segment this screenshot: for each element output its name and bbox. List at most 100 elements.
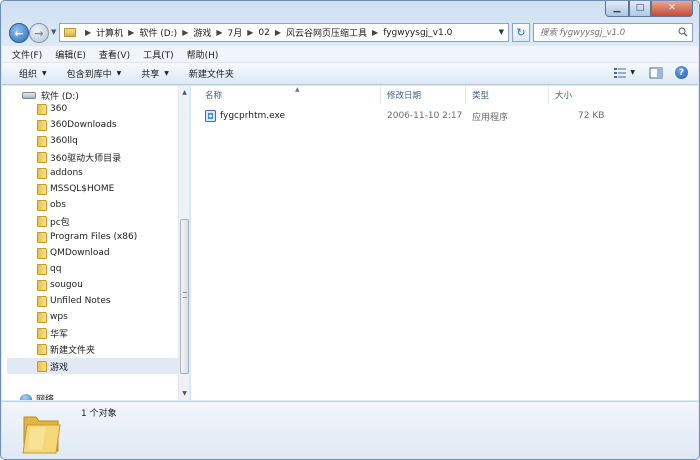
breadcrumb-current[interactable]: fygwyysgj_v1.0 <box>383 28 452 38</box>
scroll-down-icon[interactable]: ▼ <box>179 387 189 400</box>
tree-item[interactable]: QMDownload <box>7 245 179 261</box>
menu-view[interactable]: 查看(V) <box>99 48 130 61</box>
help-icon[interactable]: ? <box>675 66 688 79</box>
folder-icon <box>37 344 47 355</box>
application-icon <box>205 110 216 122</box>
view-dropdown-icon[interactable]: ▼ <box>630 69 635 76</box>
column-size[interactable]: 大小 <box>549 86 609 104</box>
refresh-button[interactable]: ↻ <box>512 23 530 42</box>
tree-drive-d[interactable]: 软件 (D:) <box>22 88 79 102</box>
file-name-cell[interactable]: fygcprhtm.exe <box>205 108 285 124</box>
tree-item-selected[interactable]: 游戏 <box>7 358 179 374</box>
menu-file[interactable]: 文件(F) <box>12 48 42 61</box>
tree-item[interactable]: 360llq <box>7 133 179 149</box>
minimize-icon: ▁ <box>613 3 621 13</box>
new-folder-label: 新建文件夹 <box>188 70 234 80</box>
folder-icon <box>37 136 47 147</box>
breadcrumb-02[interactable]: 02 <box>258 28 269 38</box>
recent-pages-dropdown[interactable]: ▼ <box>51 28 56 36</box>
tree-drive-label: 软件 (D:) <box>41 91 79 102</box>
sort-ascending-icon: ▲ <box>295 86 300 93</box>
view-options-icon[interactable] <box>613 67 627 79</box>
tree-item[interactable]: 360 <box>7 101 179 117</box>
chevron-right-icon[interactable]: ▶ <box>247 28 253 37</box>
share-label: 共享 <box>141 70 160 80</box>
column-modified-label: 修改日期 <box>387 91 422 101</box>
search-icon[interactable] <box>678 27 688 37</box>
chevron-right-icon[interactable]: ▶ <box>128 28 134 37</box>
folder-icon <box>37 361 47 372</box>
chevron-down-icon: ▼ <box>116 70 122 77</box>
column-type[interactable]: 类型 <box>466 86 549 104</box>
column-name-label: 名称 <box>205 91 223 101</box>
file-modified: 2006-11-10 2:17 <box>387 111 463 121</box>
column-type-label: 类型 <box>472 91 490 101</box>
tree-item[interactable]: qq <box>7 261 179 277</box>
tree-item[interactable]: MSSQL$HOME <box>7 181 179 197</box>
file-list-pane: 名称 ▲ 修改日期 类型 大小 fygcprhtm.exe 2006-11-10… <box>191 86 698 400</box>
drive-icon <box>22 91 36 99</box>
breadcrumb-games[interactable]: 游戏 <box>193 26 211 39</box>
chevron-right-icon[interactable]: ▶ <box>182 28 188 37</box>
folder-icon <box>37 152 47 163</box>
minimize-button[interactable]: ▁ <box>605 1 629 17</box>
tree-item[interactable]: wps <box>7 309 179 325</box>
scroll-up-icon[interactable]: ▲ <box>179 86 189 99</box>
menu-tools[interactable]: 工具(T) <box>143 48 174 61</box>
folder-large-icon <box>22 416 61 454</box>
folder-icon <box>37 232 47 243</box>
preview-pane-icon[interactable] <box>649 67 663 79</box>
breadcrumb-computer[interactable]: 计算机 <box>96 26 123 39</box>
item-count: 1 个对象 <box>81 409 117 419</box>
tree-item[interactable]: sougou <box>7 277 179 293</box>
address-dropdown-icon[interactable]: ▼ <box>499 28 504 36</box>
menu-edit[interactable]: 编辑(E) <box>55 48 86 61</box>
menu-help[interactable]: 帮助(H) <box>187 48 219 61</box>
breadcrumb-drive[interactable]: 软件 (D:) <box>139 26 177 39</box>
column-modified[interactable]: 修改日期 <box>381 86 466 104</box>
network-icon <box>20 393 32 400</box>
share-button[interactable]: 共享 ▼ <box>141 67 169 80</box>
details-pane: 1 个对象 <box>2 401 698 458</box>
scrollbar-thumb[interactable] <box>180 219 189 374</box>
tree-item[interactable]: addons <box>7 165 179 181</box>
folder-icon <box>37 280 47 291</box>
tree-item[interactable]: 新建文件夹 <box>7 341 179 357</box>
tree-network-label: 网络 <box>36 395 55 400</box>
column-header: 名称 ▲ 修改日期 类型 大小 <box>191 86 698 104</box>
nav-scrollbar[interactable]: ▲ ▼ <box>178 86 189 400</box>
tree-item[interactable]: obs <box>7 197 179 213</box>
search-input[interactable] <box>540 27 680 38</box>
tree-item[interactable]: Unfiled Notes <box>7 293 179 309</box>
chevron-right-icon[interactable]: ▶ <box>372 28 378 37</box>
column-name[interactable]: 名称 ▲ <box>199 86 381 104</box>
explorer-window: ▁ □ ✕ ← → ▼ ▶ 计算机 ▶ 软件 (D:) ▶ 游戏 ▶ 7月 ▶ … <box>0 0 700 460</box>
tree-item[interactable]: pc包 <box>7 213 179 229</box>
chevron-right-icon[interactable]: ▶ <box>216 28 222 37</box>
include-library-button[interactable]: 包含到库中 ▼ <box>67 67 122 80</box>
address-bar[interactable]: ▶ 计算机 ▶ 软件 (D:) ▶ 游戏 ▶ 7月 ▶ 02 ▶ 风云谷网页压缩… <box>59 23 509 42</box>
back-button[interactable]: ← <box>9 23 29 43</box>
breadcrumb-july[interactable]: 7月 <box>228 26 243 39</box>
tree-item[interactable]: 华军 <box>7 325 179 341</box>
chevron-down-icon: ▼ <box>164 70 169 77</box>
tree-item[interactable]: Program Files (x86) <box>7 229 179 245</box>
forward-button[interactable]: → <box>29 23 49 43</box>
new-folder-button[interactable]: 新建文件夹 <box>189 67 234 80</box>
folder-icon <box>37 312 47 323</box>
window-controls: ▁ □ ✕ <box>605 1 693 17</box>
tree-item[interactable]: 360驱动大师目录 <box>7 149 179 165</box>
close-button[interactable]: ✕ <box>651 1 693 17</box>
folder-icon <box>37 264 47 275</box>
chevron-right-icon[interactable]: ▶ <box>275 28 281 37</box>
maximize-icon: □ <box>635 3 645 13</box>
breadcrumb-tool[interactable]: 风云谷网页压缩工具 <box>286 26 367 39</box>
tree-item[interactable]: 360Downloads <box>7 117 179 133</box>
file-row[interactable]: fygcprhtm.exe 2006-11-10 2:17 应用程序 72 KB <box>191 108 698 124</box>
folder-icon <box>37 216 47 227</box>
chevron-right-icon[interactable]: ▶ <box>85 28 91 37</box>
maximize-button[interactable]: □ <box>629 1 651 17</box>
tree-network[interactable]: 网络 <box>20 392 54 400</box>
search-box[interactable] <box>533 23 693 42</box>
organize-button[interactable]: 组织 ▼ <box>19 67 47 80</box>
